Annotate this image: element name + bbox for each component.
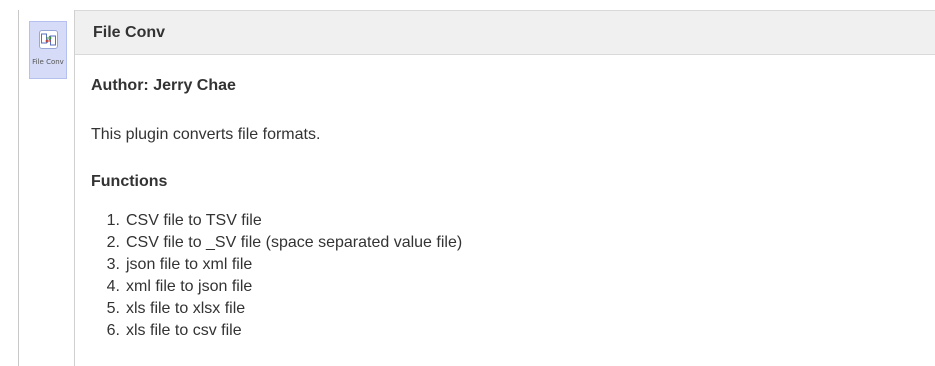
list-item-text: xml file to json file [126, 278, 253, 295]
functions-list: 1. CSV file to TSV file 2. CSV file to _SV… [101, 210, 463, 342]
functions-heading: Functions [91, 173, 168, 190]
author-line: Author: Jerry Chae [91, 77, 236, 94]
list-item: 2. CSV file to _SV file (space separated … [101, 232, 463, 254]
list-item: 1. CSV file to TSV file [101, 210, 462, 232]
plugin-tile-file-conv[interactable]: File Conv [29, 21, 67, 79]
file-convert-icon [39, 30, 58, 49]
list-item-text: CSV file to TSV file [126, 212, 262, 229]
list-item-number: 6. [106, 322, 120, 339]
list-item-number: 3. [106, 256, 120, 273]
list-item-text: xls file to xlsx file [126, 300, 246, 317]
list-item-text: CSV file to _SV file (space separated va… [126, 234, 463, 251]
plugin-sidebar: File Conv [18, 10, 75, 366]
list-item-number: 2. [106, 234, 120, 251]
list-item-number: 1. [106, 212, 120, 229]
panel-header: File Conv [75, 10, 935, 55]
plugin-description: This plugin converts file formats. [91, 126, 321, 143]
plugin-tile-label: File Conv [32, 58, 64, 66]
list-item: 6. xls file to csv file [101, 320, 462, 342]
list-item: 3. json file to xml file [101, 254, 462, 276]
list-item: 5. xls file to xlsx file [101, 298, 462, 320]
list-item: 4. xml file to json file [101, 276, 462, 298]
list-item-text: json file to xml file [126, 256, 253, 273]
page-title: File Conv [93, 24, 166, 41]
plugin-detail-panel: File Conv Author: Jerry Chae This plugin… [74, 10, 935, 366]
list-item-number: 4. [106, 278, 120, 295]
list-item-number: 5. [106, 300, 120, 317]
list-item-text: xls file to csv file [126, 322, 242, 339]
